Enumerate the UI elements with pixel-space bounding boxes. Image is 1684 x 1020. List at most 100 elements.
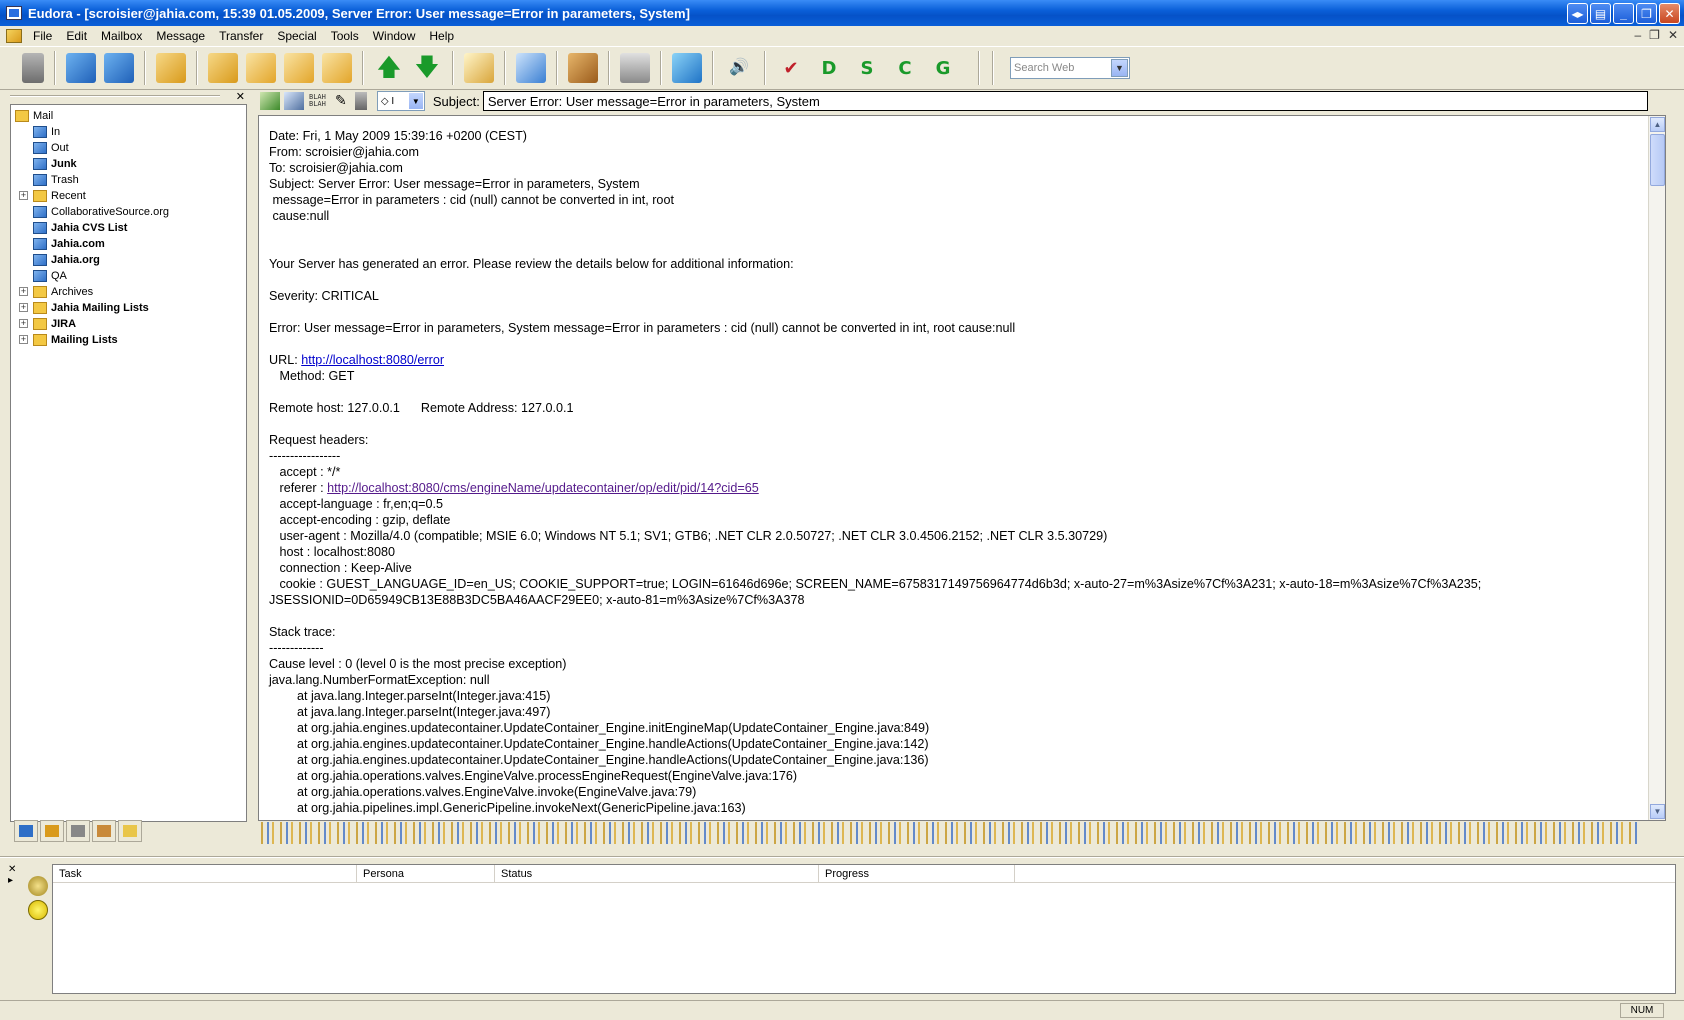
priority-select[interactable]: ◇ I ▼: [376, 91, 425, 111]
folder-icon: [33, 318, 47, 330]
document-icon[interactable]: [6, 29, 22, 43]
find-icon[interactable]: [516, 53, 546, 83]
rule-line: -------------: [269, 641, 324, 655]
new-message-icon[interactable]: [208, 53, 238, 83]
task-error-icon[interactable]: [28, 900, 48, 920]
toolbar-s-button[interactable]: S: [852, 53, 882, 83]
child-minimize-icon[interactable]: –: [1634, 28, 1641, 42]
scroll-thumb[interactable]: [1650, 134, 1665, 186]
message-body[interactable]: Date: Fri, 1 May 2009 15:39:16 +0200 (CE…: [258, 115, 1666, 821]
minimize-button[interactable]: _: [1613, 3, 1634, 24]
scroll-down-icon[interactable]: ▼: [1650, 804, 1665, 819]
cascade-icon[interactable]: ▤: [1590, 3, 1611, 24]
attach-file-icon[interactable]: [464, 53, 494, 83]
subject-field[interactable]: Server Error: User message=Error in para…: [482, 91, 1648, 111]
reply-all-icon[interactable]: [284, 53, 314, 83]
column-progress[interactable]: Progress: [819, 865, 1015, 882]
spell-check-icon[interactable]: ✔: [776, 53, 806, 83]
task-splitter[interactable]: [0, 856, 1684, 858]
chevron-down-icon[interactable]: ▼: [408, 93, 423, 109]
next-message-icon[interactable]: 🡇: [412, 53, 442, 83]
speak-icon[interactable]: 🔊: [724, 53, 754, 83]
expand-icon[interactable]: +: [19, 303, 28, 312]
close-button[interactable]: ✕: [1659, 3, 1680, 24]
trash-can-icon[interactable]: [22, 53, 44, 83]
child-restore-icon[interactable]: ❐: [1649, 28, 1660, 42]
eudora-app-icon[interactable]: [6, 6, 22, 20]
reply-icon[interactable]: [246, 53, 276, 83]
tab-mailboxes[interactable]: [14, 820, 38, 842]
menu-message[interactable]: Message: [149, 29, 212, 43]
request-header-line: JSESSIONID=0D65949CB13E88B3DC5BA46AACF29…: [269, 593, 805, 607]
menu-transfer[interactable]: Transfer: [212, 29, 270, 43]
mailbox-item[interactable]: Junk: [33, 156, 77, 172]
check-mail-icon[interactable]: [156, 53, 186, 83]
expand-icon[interactable]: +: [19, 191, 28, 200]
menu-file[interactable]: File: [26, 29, 59, 43]
tab-filters[interactable]: [40, 820, 64, 842]
scroll-up-icon[interactable]: ▲: [1650, 117, 1665, 132]
mailbox-item[interactable]: Trash: [33, 172, 79, 188]
maximize-button[interactable]: ❐: [1636, 3, 1657, 24]
transfer-icon[interactable]: [260, 92, 280, 110]
menu-window[interactable]: Window: [366, 29, 423, 43]
help-icon[interactable]: [672, 53, 702, 83]
message-scrollbar[interactable]: ▲ ▼: [1648, 116, 1665, 820]
mailbox-item[interactable]: Mailing Lists: [33, 332, 118, 348]
menu-special[interactable]: Special: [270, 29, 323, 43]
tab-file-browser[interactable]: [66, 820, 90, 842]
expand-icon[interactable]: +: [19, 319, 28, 328]
tile-icon[interactable]: ◂▸: [1567, 3, 1588, 24]
close-task-pane-icon[interactable]: ✕: [8, 864, 22, 875]
mailbox-item[interactable]: In: [33, 124, 60, 140]
menu-tools[interactable]: Tools: [324, 29, 366, 43]
mailbox-item[interactable]: Jahia.com: [33, 236, 105, 252]
mailbox-icon: [33, 206, 47, 218]
filter-message-icon[interactable]: [284, 92, 304, 110]
toolbar-g-button[interactable]: G: [928, 53, 958, 83]
menu-edit[interactable]: Edit: [59, 29, 94, 43]
in-mailbox-icon[interactable]: [66, 53, 96, 83]
column-persona[interactable]: Persona: [357, 865, 495, 882]
chevron-down-icon[interactable]: ▼: [1111, 59, 1128, 77]
tab-stationery[interactable]: [118, 820, 142, 842]
mailbox-item[interactable]: Recent: [33, 188, 86, 204]
edit-message-icon[interactable]: ✎: [331, 92, 351, 110]
child-close-icon[interactable]: ✕: [1668, 28, 1678, 42]
mailbox-item[interactable]: Jahia Mailing Lists: [33, 300, 149, 316]
mailbox-item[interactable]: QA: [33, 268, 67, 284]
expand-icon[interactable]: +: [19, 287, 28, 296]
toolbar-d-button[interactable]: D: [814, 53, 844, 83]
expand-icon[interactable]: +: [19, 335, 28, 344]
column-task[interactable]: Task: [53, 865, 357, 882]
menu-help[interactable]: Help: [422, 29, 461, 43]
previous-message-icon[interactable]: 🡅: [374, 53, 404, 83]
mailbox-item[interactable]: Archives: [33, 284, 93, 300]
mailbox-root[interactable]: Mail: [15, 108, 53, 124]
column-status[interactable]: Status: [495, 865, 819, 882]
task-status-icon[interactable]: [28, 876, 48, 896]
address-book-icon[interactable]: [568, 53, 598, 83]
pin-icon[interactable]: ▸: [8, 875, 22, 886]
mailbox-item[interactable]: CollaborativeSource.org: [33, 204, 169, 220]
search-web-combobox[interactable]: Search Web ▼: [1010, 57, 1130, 79]
sponsor-icon-strip[interactable]: [258, 822, 1638, 844]
close-pane-icon[interactable]: ✕: [236, 90, 245, 103]
menu-mailbox[interactable]: Mailbox: [94, 29, 149, 43]
referer-link[interactable]: http://localhost:8080/cms/engineName/upd…: [327, 481, 759, 495]
out-mailbox-icon[interactable]: [104, 53, 134, 83]
print-icon[interactable]: [620, 53, 650, 83]
toolbar-c-button[interactable]: C: [890, 53, 920, 83]
mailbox-item[interactable]: Jahia.org: [33, 252, 100, 268]
mailbox-item[interactable]: Out: [33, 140, 69, 156]
forward-icon[interactable]: [322, 53, 352, 83]
delete-message-icon[interactable]: [354, 92, 367, 110]
error-url-link[interactable]: http://localhost:8080/error: [301, 353, 444, 367]
mailbox-item[interactable]: JIRA: [33, 316, 76, 332]
mailbox-item[interactable]: Jahia CVS List: [33, 220, 127, 236]
tab-personalities[interactable]: [92, 820, 116, 842]
blah-button[interactable]: BLAH BLAH: [309, 94, 326, 108]
